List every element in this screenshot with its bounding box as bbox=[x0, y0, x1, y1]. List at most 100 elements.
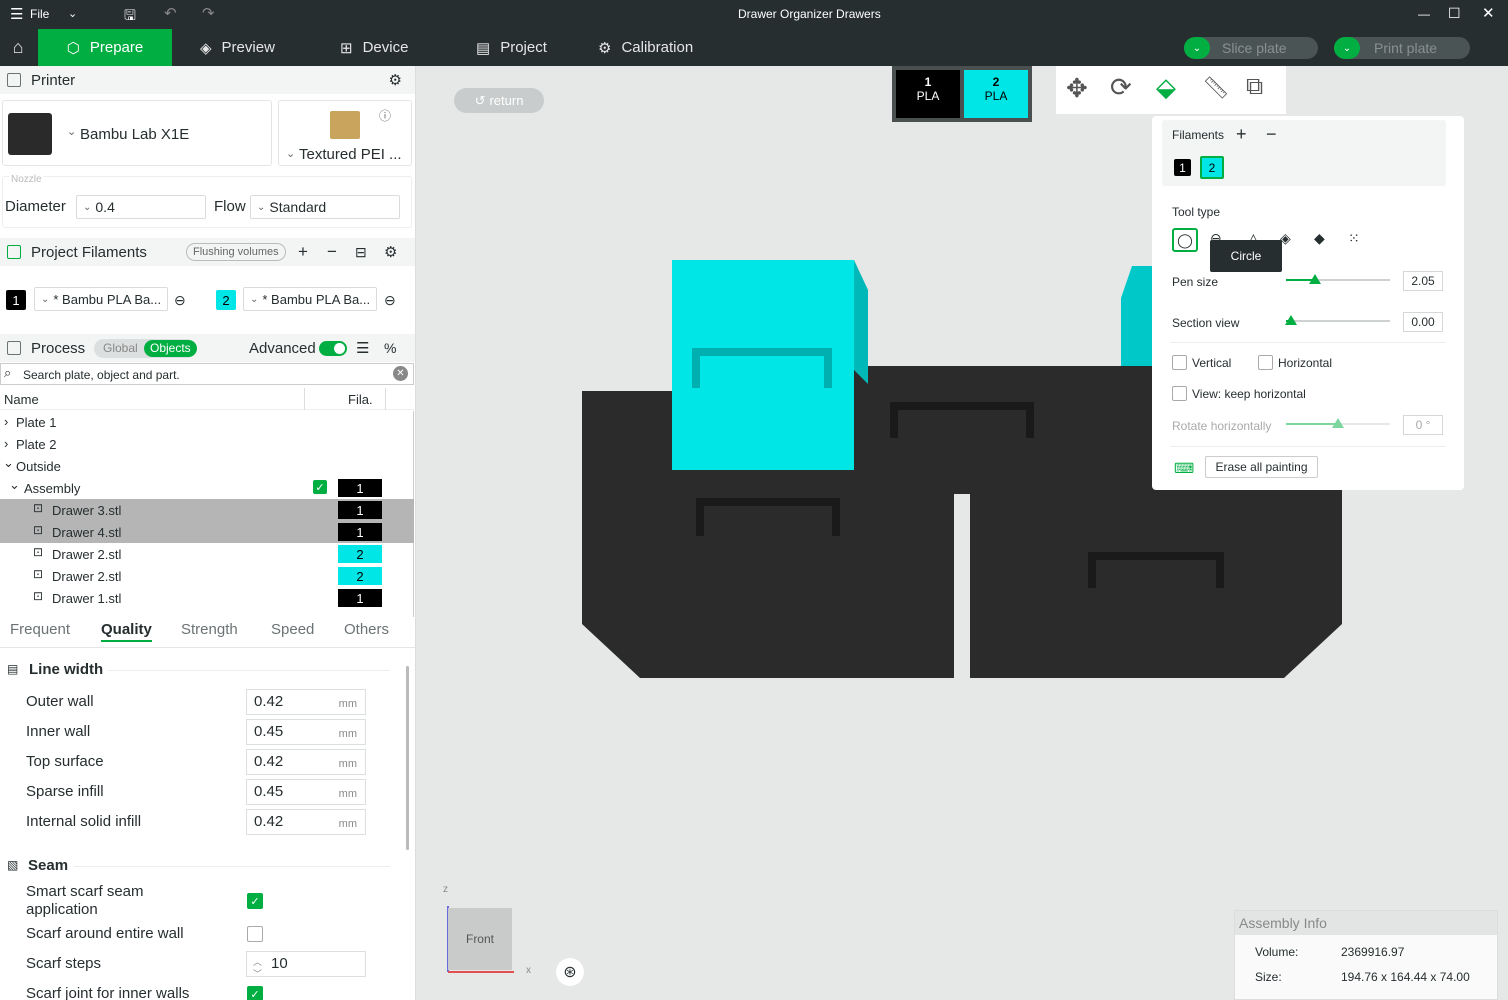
3d-viewport[interactable]: ↺ return 1 PLA 2 PLA ✥ ⟳ ⬙ 📏︎ ⧉ Filament… bbox=[416, 66, 1508, 1000]
minus-icon[interactable]: − bbox=[327, 242, 337, 262]
tab-quality[interactable]: Quality bbox=[101, 621, 152, 642]
visible-checkbox[interactable]: ✓ bbox=[313, 480, 327, 494]
pen-size-slider[interactable] bbox=[1286, 274, 1390, 284]
tab-frequent[interactable]: Frequent bbox=[10, 621, 70, 638]
filament-swatch-1[interactable]: 1 bbox=[6, 290, 26, 310]
tab-strength[interactable]: Strength bbox=[181, 621, 238, 638]
erase-all-painting-button[interactable]: Erase all painting bbox=[1205, 456, 1318, 478]
objects-option[interactable]: Objects bbox=[144, 340, 197, 357]
tree-row-plate-2[interactable]: › Plate 2 bbox=[0, 433, 414, 455]
scarf-inner-checkbox[interactable]: ✓ bbox=[247, 986, 263, 1000]
clear-icon[interactable]: ✕ bbox=[393, 366, 408, 381]
section-view-input[interactable]: 0.00 bbox=[1403, 312, 1443, 332]
minus-icon[interactable]: − bbox=[1266, 124, 1277, 145]
vertical-checkbox[interactable] bbox=[1172, 355, 1187, 370]
scrollbar[interactable] bbox=[406, 666, 409, 850]
tree-row-drawer-4[interactable]: ⊡ Drawer 4.stl 1 bbox=[0, 521, 414, 543]
sync-icon[interactable]: ⊟ bbox=[355, 244, 367, 261]
hamburger-icon[interactable]: ☰ bbox=[10, 5, 23, 23]
filament-swatch-2[interactable]: 2 bbox=[216, 290, 236, 310]
tab-preview[interactable]: ◈ Preview bbox=[200, 29, 275, 66]
tab-speed[interactable]: Speed bbox=[271, 621, 314, 638]
section-view-slider[interactable] bbox=[1285, 315, 1390, 325]
tree-row-drawer-2b[interactable]: ⊡ Drawer 2.stl 2 bbox=[0, 565, 414, 587]
reset-view-icon[interactable]: ⊛ bbox=[556, 958, 584, 986]
chevron-down-icon[interactable]: ⌄ bbox=[9, 477, 20, 493]
diameter-select[interactable]: ⌄ 0.4 bbox=[76, 195, 206, 219]
column-fila[interactable]: Fila. bbox=[348, 392, 373, 407]
paint-filament-2[interactable]: 2 bbox=[1200, 156, 1224, 179]
advanced-toggle[interactable] bbox=[319, 341, 347, 356]
more-icon[interactable]: ⊖ bbox=[174, 292, 186, 309]
tree-row-drawer-3[interactable]: ⊡ Drawer 3.stl 1 bbox=[0, 499, 414, 521]
tree-row-plate-1[interactable]: › Plate 1 bbox=[0, 411, 414, 433]
tab-project[interactable]: ▤ Project bbox=[476, 29, 547, 66]
print-plate-button[interactable]: ⌄ Print plate bbox=[1334, 37, 1470, 59]
tree-row-drawer-2a[interactable]: ⊡ Drawer 2.stl 2 bbox=[0, 543, 414, 565]
global-option[interactable]: Global bbox=[103, 341, 138, 355]
close-icon[interactable]: ✕ bbox=[1482, 4, 1495, 22]
search-input[interactable]: Search plate, object and part. bbox=[23, 368, 180, 382]
tab-calibration[interactable]: ⚙ Calibration bbox=[598, 29, 693, 66]
printer-selector[interactable]: ⌄ Bambu Lab X1E bbox=[2, 100, 272, 166]
view-cube[interactable]: Front bbox=[448, 908, 512, 970]
tab-prepare[interactable]: ⬡ Prepare bbox=[38, 29, 172, 66]
chevron-down-icon[interactable]: ⌄ bbox=[68, 7, 77, 20]
tree-row-assembly[interactable]: ⌄ Assembly ✓ 1 bbox=[0, 477, 414, 499]
redo-icon[interactable]: ↷ bbox=[202, 4, 215, 22]
percent-icon[interactable]: % bbox=[384, 340, 396, 356]
pen-size-input[interactable]: 2.05 bbox=[1403, 271, 1443, 291]
scarf-steps-spinner[interactable]: ︿ ﹀ 10 bbox=[246, 951, 366, 979]
smart-scarf-checkbox[interactable]: ✓ bbox=[247, 893, 263, 909]
plus-icon[interactable]: + bbox=[298, 242, 308, 262]
filament-badge[interactable]: 1 bbox=[338, 589, 382, 607]
plate-selector[interactable]: ⓘ ⌄ Textured PEI ... bbox=[278, 100, 412, 166]
undo-icon[interactable]: ↶ bbox=[164, 4, 177, 22]
chevron-right-icon[interactable]: › bbox=[4, 414, 8, 429]
flow-select[interactable]: ⌄ Standard bbox=[250, 195, 400, 219]
rotate-input[interactable]: 0 ° bbox=[1403, 415, 1443, 435]
list-icon[interactable]: ☰ bbox=[356, 339, 369, 357]
inner-wall-input[interactable]: 0.45 mm bbox=[246, 719, 366, 745]
flushing-volumes-button[interactable]: Flushing volumes bbox=[186, 243, 286, 261]
scarf-entire-wall-checkbox[interactable] bbox=[247, 926, 263, 942]
fill-tool-icon[interactable]: ◆ bbox=[1314, 230, 1325, 247]
filament-select-1[interactable]: ⌄ * Bambu PLA Ba... bbox=[34, 287, 168, 311]
spinner-down-icon[interactable]: ﹀ bbox=[253, 962, 262, 986]
gap-fill-tool-icon[interactable]: ⁙ bbox=[1348, 230, 1360, 247]
chevron-down-icon[interactable]: ⌄ bbox=[3, 455, 14, 471]
slice-plate-button[interactable]: ⌄ Slice plate bbox=[1184, 37, 1318, 59]
filament-badge[interactable]: 1 bbox=[338, 479, 382, 497]
filament-badge[interactable]: 2 bbox=[338, 567, 382, 585]
tree-row-drawer-1[interactable]: ⊡ Drawer 1.stl 1 bbox=[0, 587, 414, 609]
maximize-icon[interactable]: ☐ bbox=[1448, 5, 1461, 22]
filament-badge[interactable]: 2 bbox=[338, 545, 382, 563]
filament-badge[interactable]: 1 bbox=[338, 523, 382, 541]
plus-icon[interactable]: + bbox=[1236, 124, 1247, 145]
gear-icon[interactable]: ⚙ bbox=[384, 243, 397, 261]
filament-select-2[interactable]: ⌄ * Bambu PLA Ba... bbox=[243, 287, 377, 311]
outer-wall-input[interactable]: 0.42 mm bbox=[246, 689, 366, 715]
column-name[interactable]: Name bbox=[4, 392, 39, 407]
internal-solid-infill-input[interactable]: 0.42 mm bbox=[246, 809, 366, 835]
keyboard-icon[interactable]: ⌨ bbox=[1174, 460, 1194, 477]
gear-icon[interactable]: ⚙ bbox=[389, 71, 402, 89]
paint-filament-1[interactable]: 1 bbox=[1174, 159, 1191, 176]
home-icon[interactable]: ⌂ bbox=[6, 29, 30, 66]
minimize-icon[interactable]: — bbox=[1418, 7, 1430, 21]
chevron-right-icon[interactable]: › bbox=[4, 436, 8, 451]
info-icon[interactable]: ⓘ bbox=[379, 107, 391, 124]
more-icon[interactable]: ⊖ bbox=[384, 292, 396, 309]
file-menu[interactable]: File bbox=[30, 7, 49, 21]
sparse-infill-input[interactable]: 0.45 mm bbox=[246, 779, 366, 805]
horizontal-checkbox[interactable] bbox=[1258, 355, 1273, 370]
top-surface-input[interactable]: 0.42 mm bbox=[246, 749, 366, 775]
tab-device[interactable]: ⊞ Device bbox=[340, 29, 408, 66]
save-icon[interactable]: 🖫 bbox=[124, 5, 136, 29]
circle-tool-icon[interactable]: ◯ bbox=[1172, 228, 1198, 252]
rotate-slider[interactable] bbox=[1286, 418, 1390, 428]
keep-horizontal-checkbox[interactable] bbox=[1172, 386, 1187, 401]
tree-row-outside[interactable]: ⌄ Outside bbox=[0, 455, 414, 477]
filament-badge[interactable]: 1 bbox=[338, 501, 382, 519]
tab-others[interactable]: Others bbox=[344, 621, 389, 638]
